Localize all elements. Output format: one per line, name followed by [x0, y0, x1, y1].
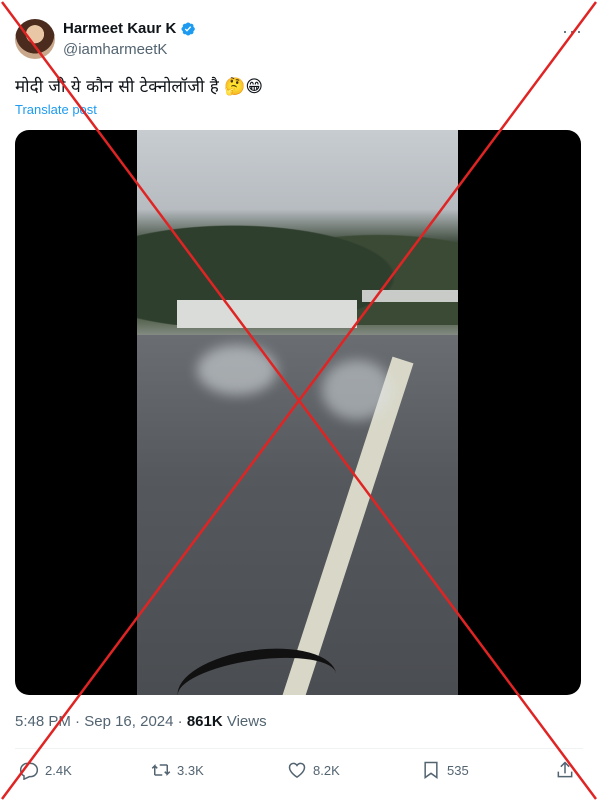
repost-icon	[151, 764, 171, 776]
tweet-body: मोदी जी ये कौन सी टेक्नोलॉजी है 🤔😁	[15, 77, 264, 97]
reply-button[interactable]: 2.4K	[19, 760, 72, 780]
overpass	[362, 290, 458, 302]
bookmark-count: 535	[447, 762, 469, 778]
wet-road	[137, 335, 458, 695]
share-icon	[557, 761, 573, 778]
reply-icon	[19, 762, 39, 780]
author-display-name[interactable]: Harmeet Kaur K	[63, 20, 176, 37]
water-spray-right	[322, 360, 392, 420]
video-player[interactable]	[15, 130, 581, 695]
reply-count: 2.4K	[45, 762, 72, 778]
post-date[interactable]: Sep 16, 2024	[84, 713, 173, 730]
meta-separator: ·	[173, 713, 187, 730]
repost-count: 3.3K	[177, 762, 204, 778]
translate-post-link[interactable]: Translate post	[15, 102, 97, 117]
views-count: 861K	[186, 713, 223, 730]
author-name-row: Harmeet Kaur K	[63, 20, 196, 37]
repost-button[interactable]: 3.3K	[151, 760, 204, 780]
tweet-meta: 5:48 PM · Sep 16, 2024 · 861K Views	[15, 713, 267, 730]
heart-icon	[288, 762, 306, 778]
roadside-wall	[177, 300, 357, 328]
verified-badge-icon	[181, 21, 196, 36]
more-options-icon[interactable]: ···	[562, 21, 583, 42]
water-spray-left	[197, 345, 277, 395]
post-time[interactable]: 5:48 PM	[15, 713, 71, 730]
video-frame	[137, 130, 458, 695]
bookmark-icon	[424, 761, 438, 779]
tweet-text: मोदी जी ये कौन सी टेक्नोलॉजी है 🤔😁	[15, 74, 263, 97]
like-button[interactable]: 8.2K	[287, 760, 340, 780]
divider	[15, 748, 583, 749]
views-label: Views	[222, 713, 267, 730]
avatar[interactable]	[15, 19, 55, 59]
tweet-header: Harmeet Kaur K @iamharmeetK ···	[15, 17, 585, 61]
meta-separator: ·	[70, 713, 85, 730]
like-count: 8.2K	[313, 762, 340, 778]
action-bar: 2.4K 3.3K 8.2K 535	[15, 760, 583, 786]
author-handle[interactable]: @iamharmeetK	[63, 41, 167, 58]
share-button[interactable]	[555, 760, 575, 780]
bookmark-button[interactable]: 535	[421, 760, 469, 780]
